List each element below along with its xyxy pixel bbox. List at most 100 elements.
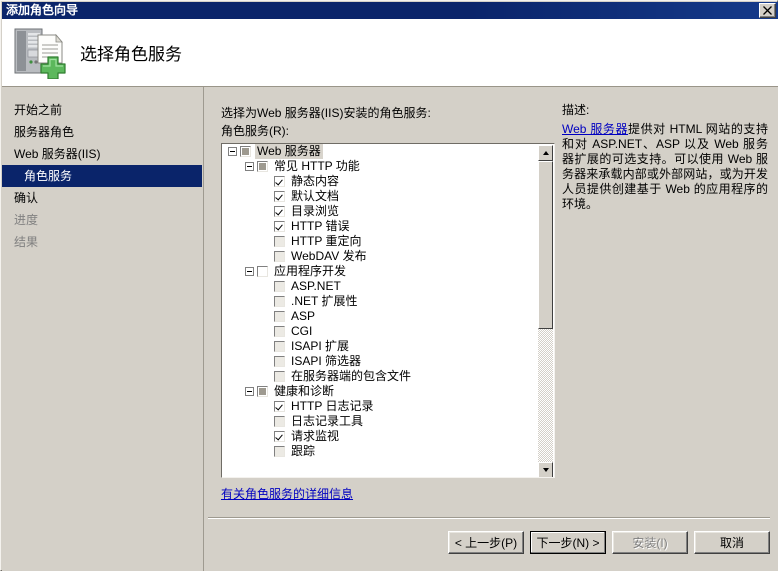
tree-item[interactable]: 静态内容 xyxy=(222,174,539,189)
sidebar-item-confirmation[interactable]: 确认 xyxy=(2,187,203,209)
tree-item-checkbox[interactable] xyxy=(274,221,285,232)
sidebar-item-results: 结果 xyxy=(14,235,39,249)
more-about-role-services-link[interactable]: 有关角色服务的详细信息 xyxy=(221,485,353,502)
wizard-sidebar: 开始之前 服务器角色 Web 服务器(IIS) 角色服务 确认 进度 结果 xyxy=(2,87,204,571)
tree-item-checkbox[interactable] xyxy=(274,416,285,427)
tree-item[interactable]: CGI xyxy=(222,324,539,339)
tree-item-checkbox[interactable] xyxy=(274,191,285,202)
tree-expander-minus-icon[interactable] xyxy=(245,267,254,276)
tree-item-checkbox[interactable] xyxy=(274,176,285,187)
description-body: Web 服务器提供对 HTML 网站的支持和对 ASP.NET、ASP 以及 W… xyxy=(562,122,768,212)
previous-button[interactable]: < 上一步(P) xyxy=(448,531,524,554)
sidebar-item-before-you-begin[interactable]: 开始之前 xyxy=(2,99,203,121)
tree-item-label: ASP.NET xyxy=(291,279,341,293)
wizard-header: 选择角色服务 xyxy=(2,19,778,87)
tree-item-checkbox[interactable] xyxy=(274,341,285,352)
role-services-tree[interactable]: Web 服务器 常见 HTTP 功能 静态内容 默认文档 目录浏览 HTTP 错误 HTTP… xyxy=(221,143,555,478)
tree-item-label: 目录浏览 xyxy=(291,204,340,218)
tree-item-checkbox[interactable] xyxy=(274,311,285,322)
tree-item-label: .NET 扩展性 xyxy=(291,294,358,308)
close-button[interactable] xyxy=(759,3,776,18)
tree-item[interactable]: Web 服务器 xyxy=(222,144,539,159)
tree-item[interactable]: 默认文档 xyxy=(222,189,539,204)
tree-expander-minus-icon[interactable] xyxy=(228,147,237,156)
tree-item-checkbox[interactable] xyxy=(274,296,285,307)
close-icon xyxy=(763,6,772,15)
tree-item-label: 日志记录工具 xyxy=(291,414,364,428)
tree-item-checkbox[interactable] xyxy=(257,386,268,397)
tree-item[interactable]: 在服务器端的包含文件 xyxy=(222,369,539,384)
cancel-button[interactable]: 取消 xyxy=(694,531,770,554)
tree-item-label: Web 服务器 xyxy=(255,144,323,159)
tree-item-label: HTTP 错误 xyxy=(291,219,350,233)
tree-item-label: 应用程序开发 xyxy=(274,264,347,278)
sidebar-item-role-services[interactable]: 角色服务 xyxy=(2,165,202,187)
tree-item-label: HTTP 日志记录 xyxy=(291,399,374,413)
tree-item-checkbox[interactable] xyxy=(274,251,285,262)
tree-item-checkbox[interactable] xyxy=(274,431,285,442)
tree-vertical-scrollbar[interactable] xyxy=(538,145,553,477)
sidebar-item-server-roles[interactable]: 服务器角色 xyxy=(2,121,203,143)
tree-item-label: 在服务器端的包含文件 xyxy=(291,369,412,383)
scroll-up-button[interactable] xyxy=(538,145,553,161)
footer-button-row: < 上一步(P) 下一步(N) > 安装(I) 取消 xyxy=(448,531,770,554)
tree-expander-minus-icon[interactable] xyxy=(245,162,254,171)
tree-item-label: 静态内容 xyxy=(291,174,340,188)
description-title: 描述: xyxy=(562,103,590,117)
tree-item-checkbox[interactable] xyxy=(274,356,285,367)
tree-item-label: CGI xyxy=(291,324,313,338)
tree-item-checkbox[interactable] xyxy=(257,161,268,172)
scrollbar-thumb[interactable] xyxy=(538,161,553,329)
tree-item[interactable]: 常见 HTTP 功能 xyxy=(222,159,539,174)
tree-item[interactable]: 跟踪 xyxy=(222,444,539,459)
tree-expander-minus-icon[interactable] xyxy=(245,387,254,396)
tree-item-checkbox[interactable] xyxy=(240,146,251,157)
wizard-content: 选择为Web 服务器(IIS)安装的角色服务: 角色服务(R): Web 服务器… xyxy=(204,87,778,571)
chevron-down-icon xyxy=(543,468,549,472)
server-add-icon xyxy=(12,27,72,80)
tree-item[interactable]: HTTP 日志记录 xyxy=(222,399,539,414)
web-server-link[interactable]: Web 服务器 xyxy=(562,122,628,136)
tree-item-label: 健康和诊断 xyxy=(274,384,335,398)
tree-item[interactable]: HTTP 重定向 xyxy=(222,234,539,249)
sidebar-item-web-server-iis[interactable]: Web 服务器(IIS) xyxy=(2,143,203,165)
tree-item-label: 请求监视 xyxy=(291,429,340,443)
tree-item[interactable]: 日志记录工具 xyxy=(222,414,539,429)
footer-separator xyxy=(208,517,770,519)
tree-item-checkbox[interactable] xyxy=(257,266,268,277)
description-panel: 描述: Web 服务器提供对 HTML 网站的支持和对 ASP.NET、ASP … xyxy=(562,101,768,212)
install-button: 安装(I) xyxy=(612,531,688,554)
tree-item-checkbox[interactable] xyxy=(274,401,285,412)
tree-item-checkbox[interactable] xyxy=(274,371,285,382)
tree-item-checkbox[interactable] xyxy=(274,281,285,292)
chevron-up-icon xyxy=(543,151,549,155)
tree-item[interactable]: HTTP 错误 xyxy=(222,219,539,234)
wizard-footer: < 上一步(P) 下一步(N) > 安装(I) 取消 xyxy=(204,526,778,570)
tree-item[interactable]: ISAPI 扩展 xyxy=(222,339,539,354)
tree-item-label: ISAPI 扩展 xyxy=(291,339,350,353)
tree-item-checkbox[interactable] xyxy=(274,446,285,457)
tree-item-label: 默认文档 xyxy=(291,189,340,203)
role-services-label: 角色服务(R): xyxy=(221,124,289,138)
tree-item[interactable]: ASP.NET xyxy=(222,279,539,294)
next-button[interactable]: 下一步(N) > xyxy=(530,531,606,554)
tree-item[interactable]: 目录浏览 xyxy=(222,204,539,219)
page-title: 选择角色服务 xyxy=(80,45,182,64)
tree-item[interactable]: ASP xyxy=(222,309,539,324)
tree-item[interactable]: 请求监视 xyxy=(222,429,539,444)
tree-item-label: WebDAV 发布 xyxy=(291,249,367,263)
tree-item-label: ASP xyxy=(291,309,316,323)
tree-item-label: HTTP 重定向 xyxy=(291,234,362,248)
instruction-text: 选择为Web 服务器(IIS)安装的角色服务: xyxy=(221,106,431,120)
tree-item[interactable]: 应用程序开发 xyxy=(222,264,539,279)
wizard-nav: 开始之前 服务器角色 Web 服务器(IIS) 角色服务 确认 进度 结果 xyxy=(2,87,203,253)
tree-item[interactable]: ISAPI 筛选器 xyxy=(222,354,539,369)
tree-item-checkbox[interactable] xyxy=(274,236,285,247)
tree-item[interactable]: WebDAV 发布 xyxy=(222,249,539,264)
tree-item-checkbox[interactable] xyxy=(274,206,285,217)
window-title: 添加角色向导 xyxy=(6,3,79,17)
scroll-down-button[interactable] xyxy=(538,462,553,477)
tree-item[interactable]: .NET 扩展性 xyxy=(222,294,539,309)
tree-item-checkbox[interactable] xyxy=(274,326,285,337)
tree-item[interactable]: 健康和诊断 xyxy=(222,384,539,399)
